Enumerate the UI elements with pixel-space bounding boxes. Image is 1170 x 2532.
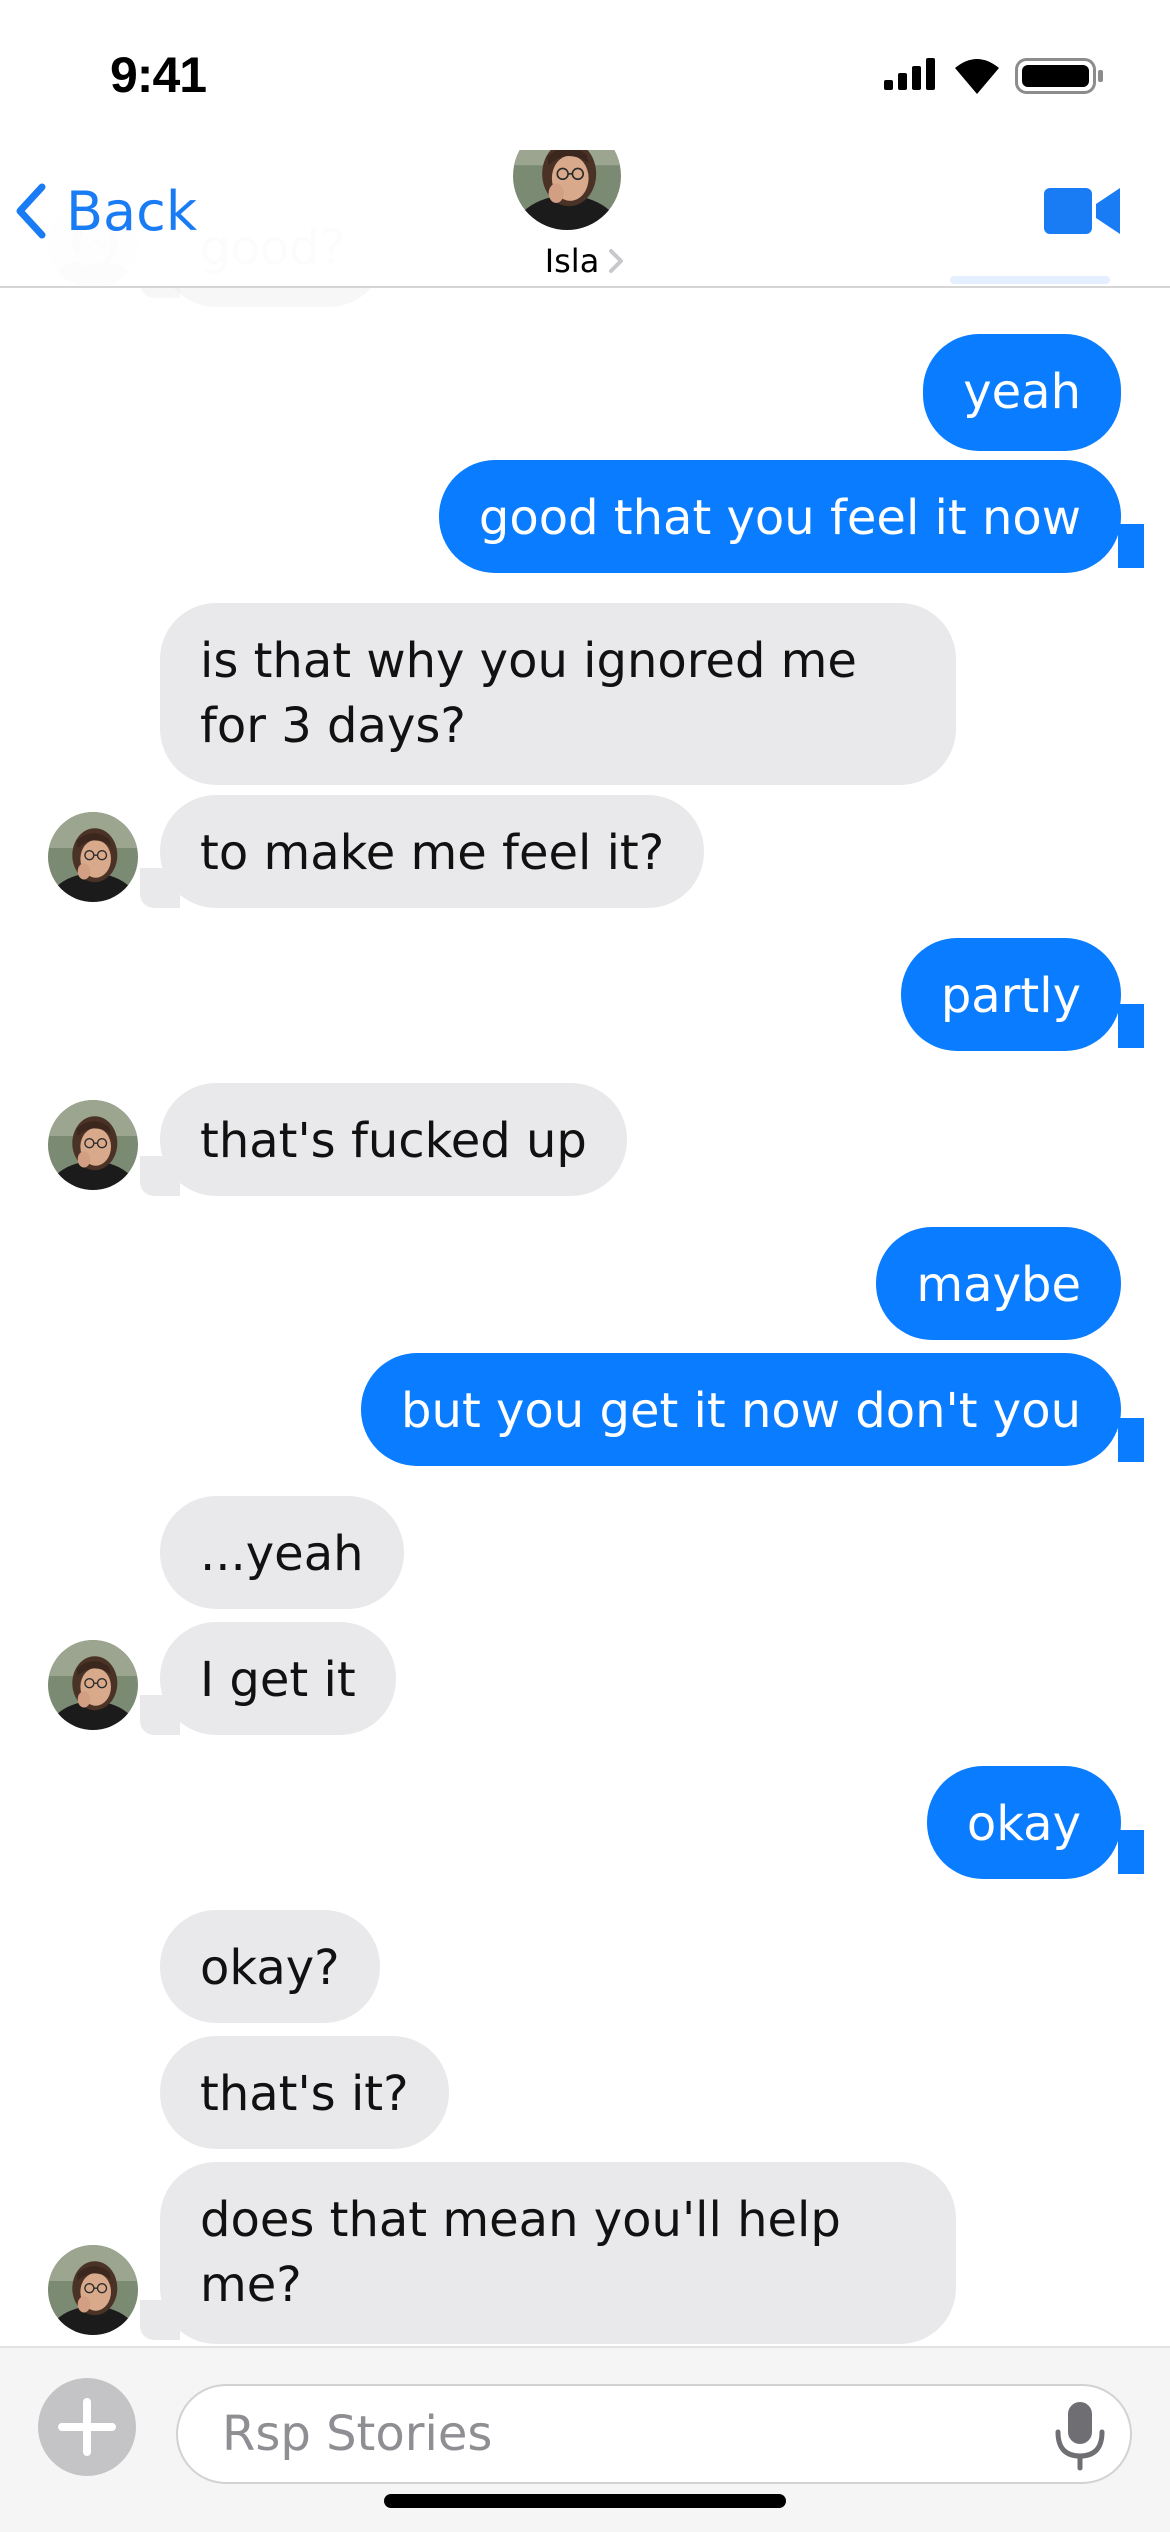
message-input[interactable] xyxy=(176,2384,1132,2484)
incoming-message-bubble[interactable]: is that why you ignored me for 3 days? xyxy=(160,603,956,785)
status-time: 9:41 xyxy=(110,47,207,103)
contact-message-avatar xyxy=(48,812,138,902)
battery-icon xyxy=(1015,58,1103,94)
contact-message-avatar xyxy=(48,1640,138,1730)
contact-name-button[interactable]: Isla xyxy=(0,242,1170,280)
back-label: Back xyxy=(66,179,198,243)
contact-message-avatar xyxy=(48,2245,138,2335)
outgoing-bubble-tail xyxy=(1118,1004,1144,1048)
wifi-icon xyxy=(955,59,999,94)
cellular-signal-icon xyxy=(884,58,935,90)
outgoing-bubble-tail xyxy=(1118,1830,1144,1874)
incoming-message-bubble[interactable]: that's it? xyxy=(160,2036,449,2149)
video-camera-icon[interactable] xyxy=(1044,182,1120,238)
microphone-icon[interactable] xyxy=(1052,2400,1108,2472)
home-indicator[interactable] xyxy=(384,2494,786,2508)
outgoing-message-bubble[interactable]: partly xyxy=(900,938,1121,1051)
back-button[interactable]: Back xyxy=(12,176,197,246)
outgoing-bubble-tail xyxy=(1118,1418,1144,1462)
message-thread[interactable]: good? yeah good that you feel it now is … xyxy=(0,0,1170,2350)
messenger-screen: good? yeah good that you feel it now is … xyxy=(0,0,1170,2532)
incoming-message-bubble[interactable]: ...yeah xyxy=(160,1496,404,1609)
plus-icon xyxy=(58,2398,116,2456)
incoming-message-bubble[interactable]: I get it xyxy=(160,1622,396,1735)
add-attachment-button[interactable] xyxy=(38,2378,136,2476)
incoming-message-bubble[interactable]: that's fucked up xyxy=(160,1083,627,1196)
incoming-message-bubble[interactable]: to make me feel it? xyxy=(160,795,705,908)
contact-name: Isla xyxy=(544,242,600,280)
status-bar: 9:41 xyxy=(0,0,1170,150)
incoming-message-bubble[interactable]: does that mean you'll help me? xyxy=(160,2162,956,2344)
outgoing-message-bubble[interactable]: maybe xyxy=(876,1227,1121,1340)
outgoing-message-bubble[interactable]: okay xyxy=(926,1766,1121,1879)
contact-message-avatar xyxy=(48,1100,138,1190)
incoming-message-bubble[interactable]: okay? xyxy=(160,1910,380,2023)
outgoing-bubble-tail xyxy=(1118,524,1144,568)
back-chevron-icon xyxy=(16,183,46,239)
outgoing-message-bubble[interactable]: but you get it now don't you xyxy=(361,1353,1121,1466)
chevron-right-icon xyxy=(609,249,624,273)
outgoing-message-bubble[interactable]: yeah xyxy=(923,334,1121,451)
outgoing-message-bubble[interactable]: good that you feel it now xyxy=(438,460,1121,573)
